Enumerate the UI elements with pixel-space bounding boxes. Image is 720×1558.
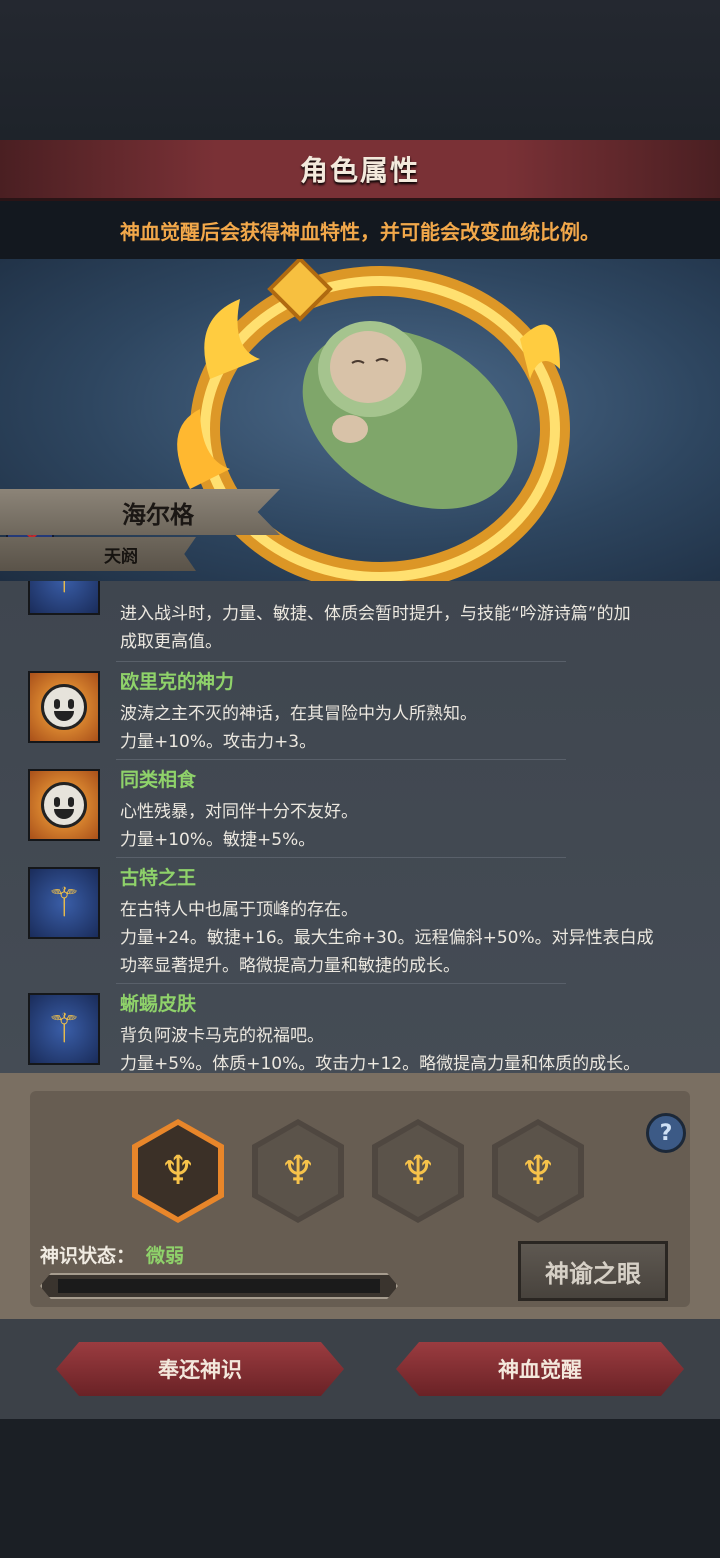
oracle-eye-button[interactable]: 神谕之眼 bbox=[518, 1241, 668, 1301]
flame-trident-icon: ♆ bbox=[400, 1148, 436, 1194]
trait-desc-line: 波涛之主不灭的神话，在其冒险中为人所熟知。 bbox=[120, 704, 477, 724]
divider bbox=[116, 983, 566, 984]
divine-sense-inner: ♆ ♆ ♆ ♆ ? 神识状态： 微弱 神谕之眼 bbox=[30, 1091, 690, 1307]
trait-stat-line: 力量+10%。攻击力+3。 bbox=[120, 732, 317, 752]
divider bbox=[116, 759, 566, 760]
trait-desc-line: 进入战斗时，力量、敏捷、体质会暂时提升，与技能“吟游诗篇”的加 bbox=[120, 604, 631, 624]
hint-bar: 神血觉醒后会获得神血特性，并可能会改变血统比例。 bbox=[0, 201, 720, 259]
trait-desc-line: 背负阿波卡马克的祝福吧。 bbox=[120, 1026, 324, 1046]
divine-slot-1[interactable]: ♆ bbox=[132, 1119, 224, 1223]
blood-awaken-button[interactable]: 神血觉醒 bbox=[396, 1342, 684, 1396]
axe-icon: ⚚ bbox=[28, 867, 100, 939]
trait-stat-line: 力量+24。敏捷+16。最大生命+30。远程偏斜+50%。对异性表白成 bbox=[120, 928, 654, 948]
trait-name: 古特之王 bbox=[120, 867, 197, 889]
title-bar: 角色属性 bbox=[0, 140, 720, 201]
character-subtitle-ribbon: 天阏 bbox=[0, 537, 196, 571]
trait-desc-line: 在古特人中也属于顶峰的存在。 bbox=[120, 900, 358, 920]
trait-desc-line: 成取更高值。 bbox=[120, 632, 222, 652]
trait-name: 蜥蜴皮肤 bbox=[120, 993, 197, 1015]
divine-slot-2[interactable]: ♆ bbox=[252, 1119, 344, 1223]
character-name: 海尔格 bbox=[122, 500, 194, 529]
status-label: 神识状态： bbox=[40, 1245, 136, 1267]
trait-stat-line: 力量+5%。体质+10%。攻击力+12。略微提高力量和体质的成长。 bbox=[120, 1054, 641, 1073]
axe-icon: ⚚ bbox=[28, 993, 100, 1065]
return-divine-sense-button[interactable]: 奉还神识 bbox=[56, 1342, 344, 1396]
help-button[interactable]: ? bbox=[646, 1113, 686, 1153]
character-trait-title: 天阏 bbox=[104, 546, 138, 567]
flame-trident-icon: ♆ bbox=[280, 1148, 316, 1194]
page-title: 角色属性 bbox=[299, 154, 420, 187]
top-background bbox=[0, 0, 720, 140]
trait-stat-line: 功率显著提升。略微提高力量和敏捷的成长。 bbox=[120, 956, 460, 976]
divider bbox=[116, 857, 566, 858]
trait-list[interactable]: ⚚ 进入战斗时，力量、敏捷、体质会暂时提升，与技能“吟游诗篇”的加 成取更高值。… bbox=[0, 581, 720, 1073]
trait-name: 欧里克的神力 bbox=[120, 671, 235, 693]
divine-slot-3[interactable]: ♆ bbox=[372, 1119, 464, 1223]
axe-icon: ⚚ bbox=[28, 581, 100, 615]
smiley-face-icon bbox=[28, 671, 100, 743]
divine-sense-panel: ♆ ♆ ♆ ♆ ? 神识状态： 微弱 神谕之眼 bbox=[0, 1073, 720, 1319]
divider bbox=[116, 661, 566, 662]
flame-trident-icon: ♆ bbox=[160, 1148, 196, 1194]
flame-trident-icon: ♆ bbox=[520, 1148, 556, 1194]
progress-fill bbox=[58, 1279, 380, 1293]
trait-name: 同类相食 bbox=[120, 769, 197, 791]
smiley-face-icon bbox=[28, 769, 100, 841]
footer-background bbox=[0, 1419, 720, 1558]
divine-sense-progress-bar bbox=[40, 1273, 398, 1299]
trait-stat-line: 力量+10%。敏捷+5%。 bbox=[120, 830, 316, 850]
trait-desc-line: 心性残暴，对同伴十分不友好。 bbox=[120, 802, 358, 822]
status-value: 微弱 bbox=[146, 1245, 185, 1267]
character-name-ribbon: 海尔格 bbox=[0, 489, 280, 535]
divine-slot-4[interactable]: ♆ bbox=[492, 1119, 584, 1223]
hint-text: 神血觉醒后会获得神血特性，并可能会改变血统比例。 bbox=[120, 219, 600, 244]
